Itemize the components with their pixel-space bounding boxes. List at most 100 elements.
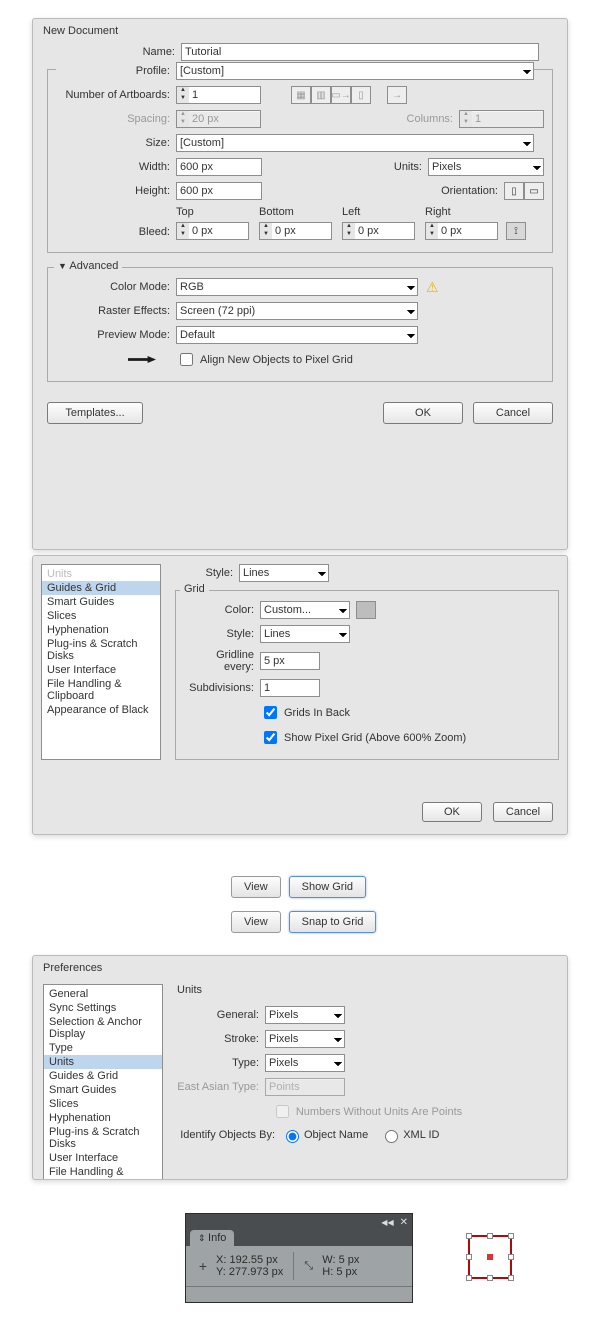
prefs-list-item[interactable]: File Handling & Clipboard <box>42 677 160 703</box>
info-panel: ◀◀ ✕ ⇕ Info + X: 192.55 px Y: 277.973 px… <box>185 1213 413 1303</box>
arrange-grid-row-icon: ▦ <box>291 86 311 104</box>
collapse-icon[interactable]: ◀◀ <box>381 1218 393 1227</box>
color-swatch[interactable] <box>356 601 376 619</box>
height-label: Height: <box>56 185 176 197</box>
show-pixel-grid-label: Show Pixel Grid (Above 600% Zoom) <box>284 732 466 744</box>
prefs-list-item[interactable]: Plug-ins & Scratch Disks <box>44 1125 162 1151</box>
prefs-ok-button[interactable]: OK <box>422 802 482 822</box>
info-tab[interactable]: ⇕ Info <box>190 1230 234 1246</box>
align-pixel-grid-checkbox[interactable] <box>180 353 193 366</box>
general-units-select[interactable]: Pixels <box>265 1006 345 1024</box>
w-value: 5 px <box>339 1254 360 1266</box>
prefs-list-item[interactable]: Hyphenation <box>44 1111 162 1125</box>
portrait-icon[interactable]: ▯ <box>504 182 524 200</box>
width-input[interactable] <box>176 158 262 176</box>
bleed-right-spinner[interactable]: ▲▼ <box>425 222 498 240</box>
preview-mode-label: Preview Mode: <box>56 329 176 341</box>
x-value: 192.55 px <box>229 1254 277 1266</box>
templates-button[interactable]: Templates... <box>47 402 143 424</box>
view-menu-2[interactable]: View <box>231 911 281 933</box>
new-document-dialog: New Document Name: Profile: [Custom] Num… <box>32 18 568 550</box>
xml-id-radio[interactable] <box>385 1130 398 1143</box>
landscape-icon[interactable]: ▭ <box>524 182 544 200</box>
prefs-list-item[interactable]: Slices <box>42 609 160 623</box>
prefs-list-item[interactable]: Slices <box>44 1097 162 1111</box>
grids-in-back-label: Grids In Back <box>284 707 350 719</box>
prefs-list-item[interactable]: Guides & Grid <box>44 1069 162 1083</box>
subdivisions-label: Subdivisions: <box>184 682 260 694</box>
name-input[interactable] <box>181 43 539 61</box>
subdivisions-input[interactable] <box>260 679 320 697</box>
prefs-list-item[interactable]: Sync Settings <box>44 1001 162 1015</box>
size-select[interactable]: [Custom] <box>176 134 534 152</box>
stroke-units-label: Stroke: <box>177 1033 265 1045</box>
gridline-input[interactable] <box>260 652 320 670</box>
type-units-select[interactable]: Pixels <box>265 1054 345 1072</box>
grid-color-label: Color: <box>184 604 260 616</box>
raster-effects-select[interactable]: Screen (72 ppi) <box>176 302 418 320</box>
color-mode-select[interactable]: RGB <box>176 278 418 296</box>
gridline-label: Gridline every: <box>184 649 260 673</box>
type-units-label: Type: <box>177 1057 265 1069</box>
columns-spinner: ▲▼ <box>459 110 544 128</box>
left-label: Left <box>342 206 415 218</box>
object-name-radio[interactable] <box>286 1130 299 1143</box>
prefs-list-item[interactable]: Guides & Grid <box>42 581 160 595</box>
h-value: 5 px <box>336 1266 357 1278</box>
prefs-cancel-button[interactable]: Cancel <box>493 802 553 822</box>
warning-icon: ⚠ <box>426 279 439 296</box>
bottom-label: Bottom <box>259 206 332 218</box>
bleed-label: Bleed: <box>56 226 176 240</box>
grids-in-back-checkbox[interactable] <box>264 706 277 719</box>
prefs-list-item[interactable]: File Handling & Clipboard <box>44 1165 162 1180</box>
profile-select[interactable]: [Custom] <box>176 62 534 80</box>
units-label: Units: <box>388 161 428 173</box>
name-label: Name: <box>47 46 181 58</box>
pointer-arrow-icon <box>128 356 156 363</box>
show-pixel-grid-checkbox[interactable] <box>264 731 277 744</box>
prefs-list-item[interactable]: User Interface <box>44 1151 162 1165</box>
units-select[interactable]: Pixels <box>428 158 544 176</box>
preview-mode-select[interactable]: Default <box>176 326 418 344</box>
close-panel-icon[interactable]: ✕ <box>400 1217 408 1228</box>
numbers-without-units-label: Numbers Without Units Are Points <box>296 1106 462 1118</box>
prefs-list-item[interactable]: Type <box>44 1041 162 1055</box>
columns-label: Columns: <box>399 113 459 125</box>
ok-button[interactable]: OK <box>383 402 463 424</box>
view-menu-1[interactable]: View <box>231 876 281 898</box>
prefs-list-item[interactable]: Appearance of Black <box>42 703 160 717</box>
grid-style-select[interactable]: Lines <box>260 625 350 643</box>
w-label: W: <box>322 1254 335 1266</box>
artboards-label: Number of Artboards: <box>56 89 176 101</box>
arrange-rtl-icon: → <box>387 86 407 104</box>
prefs-category-list-2[interactable]: GeneralSync SettingsSelection & Anchor D… <box>43 984 163 1180</box>
guides-style-select[interactable]: Lines <box>239 564 329 582</box>
prefs-list-item[interactable]: Selection & Anchor Display <box>44 1015 162 1041</box>
snap-to-grid-menu-item[interactable]: Snap to Grid <box>289 911 377 933</box>
bleed-bottom-spinner[interactable]: ▲▼ <box>259 222 332 240</box>
general-units-label: General: <box>177 1009 265 1021</box>
align-pixel-grid-label: Align New Objects to Pixel Grid <box>200 354 353 366</box>
prefs-list-item[interactable]: User Interface <box>42 663 160 677</box>
prefs-list-item[interactable]: Hyphenation <box>42 623 160 637</box>
prefs-list-item[interactable]: Units <box>42 567 160 581</box>
bleed-left-spinner[interactable]: ▲▼ <box>342 222 415 240</box>
prefs-list-item[interactable]: Plug-ins & Scratch Disks <box>42 637 160 663</box>
prefs-list-item[interactable]: General <box>44 987 162 1001</box>
show-grid-menu-item[interactable]: Show Grid <box>289 876 366 898</box>
advanced-legend[interactable]: ▼ Advanced <box>54 260 122 272</box>
prefs-category-list[interactable]: UnitsGuides & GridSmart GuidesSlicesHyph… <box>41 564 161 760</box>
preferences-units-dialog: Preferences GeneralSync SettingsSelectio… <box>32 955 568 1180</box>
arrange-col-icon: ▯ <box>351 86 371 104</box>
height-input[interactable] <box>176 182 262 200</box>
bleed-top-spinner[interactable]: ▲▼ <box>176 222 249 240</box>
artboards-spinner[interactable]: ▲▼ <box>176 86 261 104</box>
preferences-grid-dialog: UnitsGuides & GridSmart GuidesSlicesHyph… <box>32 555 568 835</box>
prefs-list-item[interactable]: Units <box>44 1055 162 1069</box>
prefs-list-item[interactable]: Smart Guides <box>42 595 160 609</box>
cancel-button[interactable]: Cancel <box>473 402 553 424</box>
prefs-list-item[interactable]: Smart Guides <box>44 1083 162 1097</box>
link-bleed-icon[interactable]: ⟟ <box>506 222 526 240</box>
grid-color-select[interactable]: Custom... <box>260 601 350 619</box>
stroke-units-select[interactable]: Pixels <box>265 1030 345 1048</box>
